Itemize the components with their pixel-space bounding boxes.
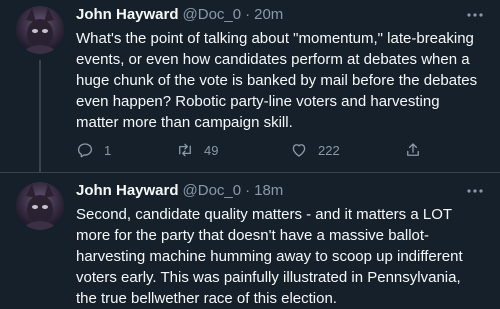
tweet-text: What's the point of talking about "momen… <box>76 30 478 131</box>
avatar-image <box>20 184 60 230</box>
like-icon <box>292 144 306 157</box>
author-handle[interactable]: @Doc_0 <box>183 182 242 199</box>
share-icon <box>407 143 419 156</box>
retweet-icon <box>179 143 191 157</box>
reply-icon <box>77 143 93 158</box>
separator-dot: · <box>245 182 251 199</box>
tweet-header: John Hayward @Doc_0 · 20m <box>76 6 283 26</box>
separator-dot: · <box>245 6 251 23</box>
author-name[interactable]: John Hayward <box>76 6 179 23</box>
tweet-text: Second, candidate quality matters - and … <box>76 206 463 307</box>
more-icon[interactable] <box>464 182 486 200</box>
author-name[interactable]: John Hayward <box>76 182 179 199</box>
tweet-actions: 1 49 222 <box>76 140 476 160</box>
like-count: 222 <box>318 142 340 158</box>
share-button[interactable] <box>404 140 432 160</box>
reply-button[interactable]: 1 <box>76 140 111 160</box>
avatar[interactable] <box>16 182 64 230</box>
retweet-button[interactable]: 49 <box>176 140 218 160</box>
tweet[interactable]: John Hayward @Doc_0 · 18m Second, candidate… <box>0 172 500 308</box>
thread-line <box>39 60 41 172</box>
tweet[interactable]: John Hayward @Doc_0 · 20m What's the point … <box>0 0 500 172</box>
author-handle[interactable]: @Doc_0 <box>183 6 242 23</box>
avatar-image <box>20 8 60 54</box>
like-button[interactable]: 222 <box>290 140 340 160</box>
avatar[interactable] <box>16 6 64 54</box>
timestamp[interactable]: 20m <box>254 6 283 23</box>
more-icon[interactable] <box>464 6 486 24</box>
reply-count: 1 <box>104 142 112 158</box>
retweet-count: 49 <box>204 142 219 158</box>
tweet-header: John Hayward @Doc_0 · 18m <box>76 182 283 202</box>
timestamp[interactable]: 18m <box>254 182 283 199</box>
